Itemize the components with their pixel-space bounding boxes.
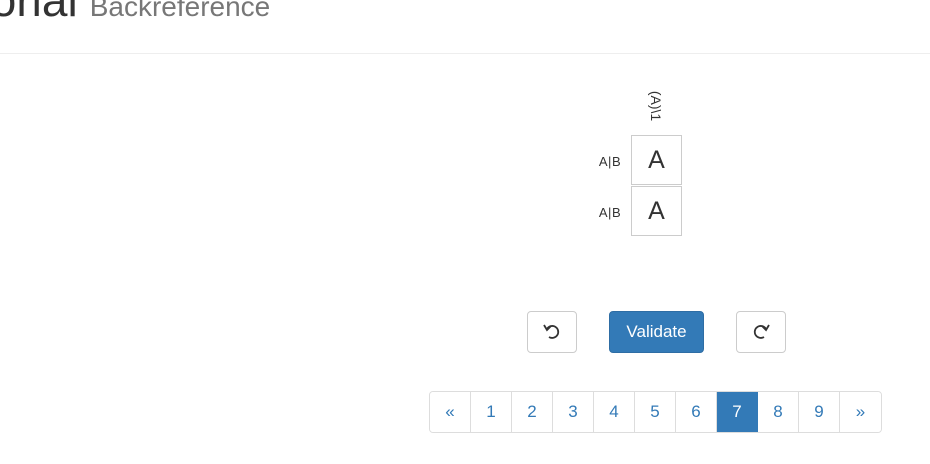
column-clue: (A)\1	[645, 80, 667, 132]
column-clue-text: (A)\1	[648, 90, 664, 122]
grid-cell[interactable]: A	[631, 186, 682, 236]
grid-cell[interactable]: A	[631, 135, 682, 185]
page-link[interactable]: 2	[512, 392, 553, 432]
page-link-active[interactable]: 7	[717, 392, 758, 432]
validate-button[interactable]: Validate	[609, 311, 704, 353]
page-link[interactable]: 3	[553, 392, 594, 432]
page-link[interactable]: 4	[594, 392, 635, 432]
undo-icon	[543, 324, 560, 339]
pagination: « 1 2 3 4 5 6 7 8 9 »	[429, 391, 882, 433]
page-header: torialBackreference	[0, 0, 930, 54]
undo-button[interactable]	[527, 311, 577, 353]
page-link[interactable]: 8	[758, 392, 799, 432]
redo-button[interactable]	[736, 311, 786, 353]
page-link[interactable]: 5	[635, 392, 676, 432]
page-title: torialBackreference	[0, 0, 270, 23]
page-subtitle: Backreference	[89, 0, 271, 22]
redo-icon	[753, 324, 770, 339]
page-link[interactable]: 9	[799, 392, 840, 432]
row-clue: A|B	[598, 153, 622, 169]
prev-page-link[interactable]: «	[430, 392, 471, 432]
page-link[interactable]: 6	[676, 392, 717, 432]
row-clue: A|B	[598, 204, 622, 220]
page-link[interactable]: 1	[471, 392, 512, 432]
next-page-link[interactable]: »	[840, 392, 881, 432]
